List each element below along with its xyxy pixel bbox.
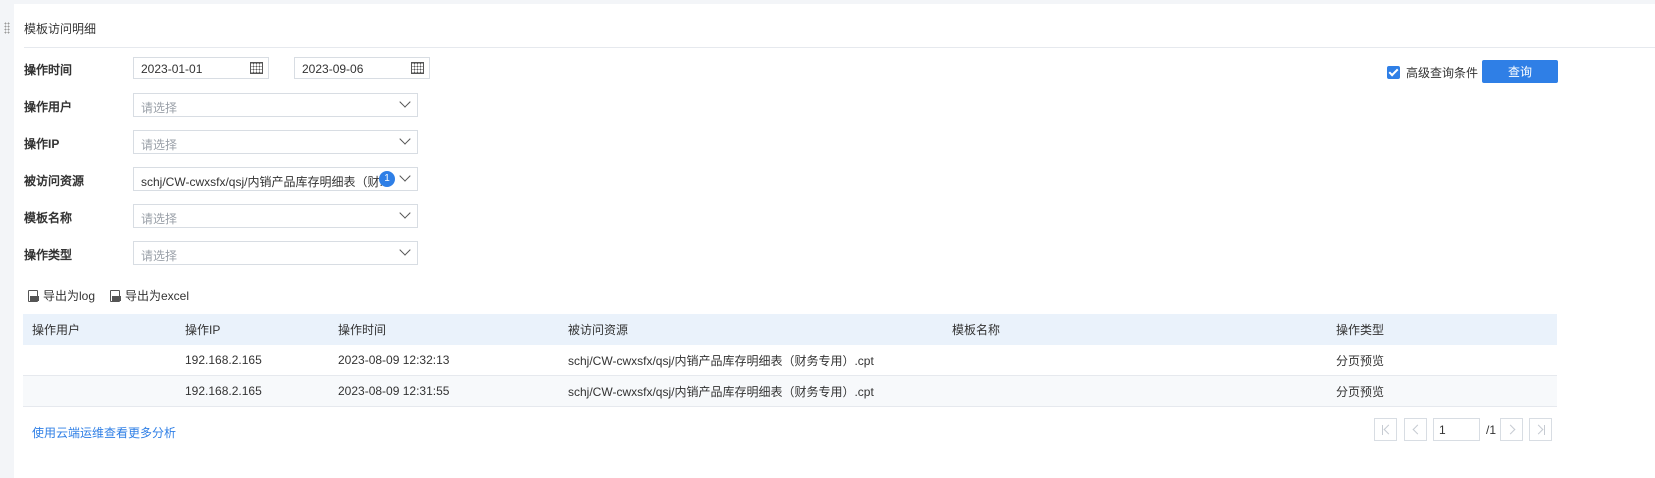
chevron-down-icon bbox=[399, 133, 411, 145]
table-cell: 分页预览 bbox=[1327, 345, 1557, 376]
export-log-label: 导出为log bbox=[43, 289, 96, 303]
template-label: 模板名称 bbox=[24, 211, 73, 225]
time-label: 操作时间 bbox=[24, 63, 73, 77]
chevron-down-icon bbox=[399, 244, 411, 256]
date-from-field[interactable]: 2023-01-01 bbox=[133, 57, 269, 79]
template-select[interactable]: 请选择 bbox=[133, 204, 418, 228]
table-cell bbox=[23, 375, 176, 407]
export-excel-label: 导出为excel bbox=[125, 289, 190, 303]
calendar-icon[interactable] bbox=[411, 62, 424, 74]
table-row[interactable]: 192.168.2.165 2023-08-09 12:32:13 schj/C… bbox=[23, 345, 1557, 376]
table-cell: 192.168.2.165 bbox=[176, 345, 329, 376]
column-header[interactable]: 模板名称 bbox=[943, 314, 1327, 345]
user-select-placeholder: 请选择 bbox=[141, 101, 178, 115]
type-label: 操作类型 bbox=[24, 248, 73, 262]
resource-select-value: schj/CW-cwxsfx/qsj/内销产品库存明细表（财... bbox=[141, 175, 390, 189]
chevron-down-icon bbox=[399, 96, 411, 108]
page-total: /1 bbox=[1486, 423, 1497, 437]
query-button[interactable]: 查询 bbox=[1482, 60, 1558, 83]
table-header-row: 操作用户 操作IP 操作时间 被访问资源 模板名称 操作类型 bbox=[23, 314, 1557, 345]
chevron-down-icon bbox=[399, 170, 411, 182]
file-export-icon bbox=[28, 289, 39, 302]
date-to-value: 2023-09-06 bbox=[302, 62, 364, 76]
export-excel-button[interactable]: 导出为excel bbox=[110, 287, 189, 304]
chevron-left-icon bbox=[1412, 424, 1423, 435]
column-header[interactable]: 操作时间 bbox=[329, 314, 559, 345]
calendar-icon[interactable] bbox=[250, 62, 263, 74]
title-divider bbox=[24, 47, 1655, 48]
table-cell: 分页预览 bbox=[1327, 375, 1557, 407]
type-select[interactable]: 请选择 bbox=[133, 241, 418, 265]
type-select-placeholder: 请选择 bbox=[141, 249, 178, 263]
access-log-table: 操作用户 操作IP 操作时间 被访问资源 模板名称 操作类型 192.168.2… bbox=[23, 314, 1557, 407]
table-row[interactable]: 192.168.2.165 2023-08-09 12:31:55 schj/C… bbox=[23, 375, 1557, 407]
resource-label: 被访问资源 bbox=[24, 174, 85, 188]
table-cell: 192.168.2.165 bbox=[176, 375, 329, 407]
template-access-panel: 模板访问明细 操作时间 2023-01-01 - 2023-09-06 高级查询… bbox=[4, 4, 1655, 478]
chevron-right-icon bbox=[1505, 424, 1516, 435]
table-cell: schj/CW-cwxsfx/qsj/内销产品库存明细表（财务专用）.cpt bbox=[559, 345, 943, 376]
checkbox-checked-icon[interactable] bbox=[1387, 66, 1400, 79]
user-select[interactable]: 请选择 bbox=[133, 93, 418, 117]
ip-label: 操作IP bbox=[24, 137, 60, 151]
date-from-value: 2023-01-01 bbox=[141, 62, 203, 76]
export-log-button[interactable]: 导出为log bbox=[28, 287, 95, 304]
column-header[interactable]: 操作用户 bbox=[23, 314, 176, 345]
user-label: 操作用户 bbox=[24, 100, 73, 114]
advanced-query-label: 高级查询条件 bbox=[1406, 66, 1479, 80]
table-cell: schj/CW-cwxsfx/qsj/内销产品库存明细表（财务专用）.cpt bbox=[559, 375, 943, 407]
page-number-input[interactable]: 1 bbox=[1433, 418, 1480, 441]
template-select-placeholder: 请选择 bbox=[141, 212, 178, 226]
cloud-ops-link[interactable]: 使用云端运维查看更多分析 bbox=[32, 424, 176, 441]
advanced-query-toggle[interactable]: 高级查询条件 bbox=[1387, 64, 1478, 81]
table-cell bbox=[943, 345, 1327, 376]
first-page-button[interactable] bbox=[1374, 418, 1397, 441]
column-header[interactable]: 被访问资源 bbox=[559, 314, 943, 345]
prev-page-button[interactable] bbox=[1404, 418, 1427, 441]
table-cell: 2023-08-09 12:32:13 bbox=[329, 345, 559, 376]
ip-select[interactable]: 请选择 bbox=[133, 130, 418, 154]
last-page-button[interactable] bbox=[1529, 418, 1552, 441]
panel-title: 模板访问明细 bbox=[24, 22, 97, 36]
table-cell bbox=[943, 375, 1327, 407]
table-cell bbox=[23, 345, 176, 376]
table-cell: 2023-08-09 12:31:55 bbox=[329, 375, 559, 407]
file-export-icon bbox=[110, 289, 121, 302]
column-header[interactable]: 操作IP bbox=[176, 314, 329, 345]
last-page-icon bbox=[1544, 425, 1546, 435]
next-page-button[interactable] bbox=[1500, 418, 1523, 441]
date-to-field[interactable]: 2023-09-06 bbox=[294, 57, 430, 79]
chevron-down-icon bbox=[399, 207, 411, 219]
selected-count-badge: 1 bbox=[379, 171, 395, 187]
drag-handle-icon[interactable] bbox=[4, 22, 10, 34]
ip-select-placeholder: 请选择 bbox=[141, 138, 178, 152]
column-header[interactable]: 操作类型 bbox=[1327, 314, 1557, 345]
resource-select[interactable]: schj/CW-cwxsfx/qsj/内销产品库存明细表（财... 1 bbox=[133, 167, 418, 191]
